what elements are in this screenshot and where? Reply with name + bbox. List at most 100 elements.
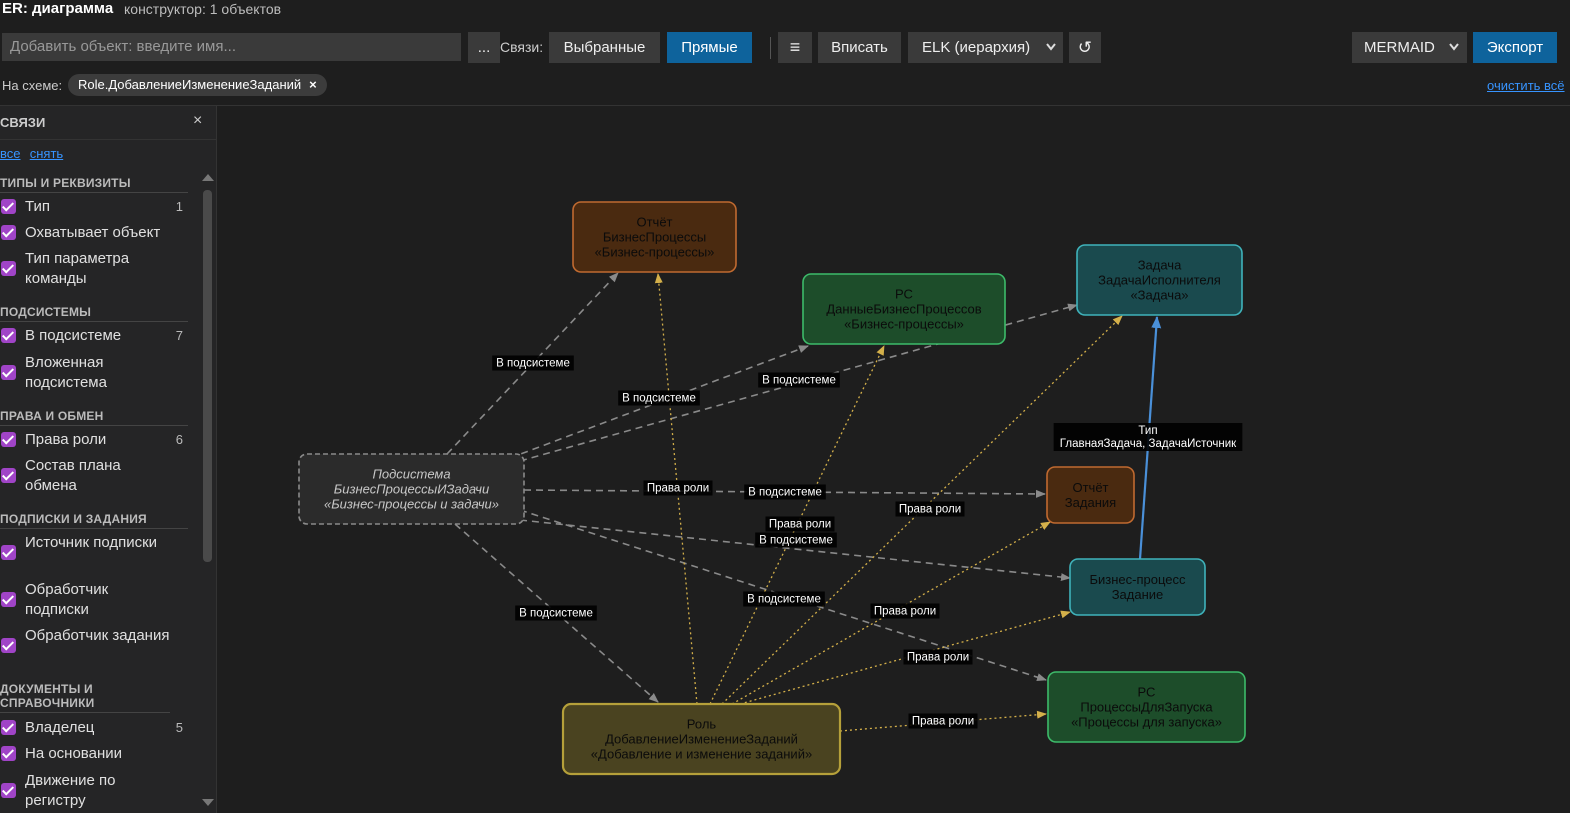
item-label: Тип: [25, 198, 51, 215]
title-bar: ER: диаграмма конструктор: 1 объектов: [0, 0, 1570, 22]
sidebar-scrollbar[interactable]: [201, 172, 214, 812]
close-icon[interactable]: ×: [309, 77, 317, 92]
diagram-node-report-bp[interactable]: ОтчётБизнесПроцессы«Бизнес-процессы»: [572, 201, 737, 273]
diagram-edge[interactable]: [519, 519, 1071, 582]
checkbox[interactable]: [1, 225, 16, 240]
diagram-node-bp-task[interactable]: Бизнес-процессЗадание: [1069, 558, 1206, 616]
edge-label: Права роли: [895, 501, 965, 517]
item-count: 5: [175, 720, 183, 735]
diagram-edge[interactable]: [721, 315, 1123, 705]
item-count: 1: [175, 199, 183, 214]
diagram-edge[interactable]: [654, 273, 698, 705]
checkbox[interactable]: [1, 638, 16, 653]
diagram-node-report-task[interactable]: ОтчётЗадания: [1046, 466, 1135, 524]
checkbox[interactable]: [1, 592, 16, 607]
export-button[interactable]: Экспорт: [1473, 32, 1557, 63]
schema-chip[interactable]: Role.ДобавлениеИзменениеЗаданий ×: [68, 74, 327, 96]
group-title: ПОДПИСКИ И ЗАДАНИЯ: [0, 512, 188, 529]
svg-text:Права роли: Права роли: [912, 716, 974, 728]
divider: [0, 139, 216, 140]
diagram-edge[interactable]: [519, 509, 1047, 682]
refresh-icon[interactable]: ↺: [1069, 32, 1101, 63]
diagram-edge[interactable]: [446, 272, 619, 455]
item-label: Права роли: [25, 431, 107, 448]
item-label: Владелец: [25, 719, 95, 736]
item-label: Охватывает объект: [25, 224, 161, 241]
svg-text:В подсистеме: В подсистеме: [762, 375, 836, 387]
add-object-input[interactable]: Добавить объект: введите имя...: [2, 33, 461, 61]
checkbox[interactable]: [1, 328, 16, 343]
checkbox[interactable]: [1, 746, 16, 761]
diagram-edge[interactable]: [739, 610, 1071, 705]
node-label: РС: [895, 287, 913, 302]
diagram-node-subsystem[interactable]: ПодсистемаБизнесПроцессыИЗадачи«Бизнес-п…: [298, 453, 525, 525]
diagram-node-role[interactable]: РольДобавлениеИзменениеЗаданий«Добавлени…: [561, 702, 842, 776]
item-label: В подсистеме: [25, 327, 122, 344]
node-label: ДобавлениеИзменениеЗаданий: [605, 732, 798, 747]
group-title: ТИПЫ И РЕКВИЗИТЫ: [0, 176, 188, 193]
edge-label: В подсистеме: [758, 372, 840, 388]
select-all-link[interactable]: все: [0, 146, 21, 161]
fit-button[interactable]: Вписать: [818, 32, 901, 63]
checkbox[interactable]: [1, 783, 16, 798]
diagram-node-rs-bp[interactable]: РСДанныеБизнесПроцессов«Бизнес-процессы»: [802, 273, 1006, 345]
direct-links-button[interactable]: Прямые: [667, 32, 752, 63]
node-label: Отчёт: [636, 215, 672, 230]
node-label: Задания: [1065, 495, 1116, 510]
checkbox[interactable]: [1, 545, 16, 560]
node-label: «Бизнес-процессы и задачи»: [324, 497, 499, 512]
edge-label: В подсистеме: [744, 484, 826, 500]
toolbar: Добавить объект: введите имя... ... Связ…: [0, 31, 1570, 65]
close-icon[interactable]: ×: [193, 112, 202, 130]
diagram-edge[interactable]: [839, 710, 1047, 732]
checkbox[interactable]: [1, 365, 16, 380]
checkbox[interactable]: [1, 261, 16, 276]
toolbar-divider: [770, 37, 771, 59]
edge-label: Права роли: [870, 603, 940, 619]
diagram-edge[interactable]: [519, 303, 1078, 462]
checkbox[interactable]: [1, 199, 16, 214]
sidebar-title: СВЯЗИ: [0, 115, 46, 130]
diagram-edge[interactable]: [509, 345, 809, 459]
group-title: ПРАВА И ОБМЕН: [0, 409, 188, 426]
selected-links-button[interactable]: Выбранные: [549, 32, 660, 63]
node-label: «Задача»: [1130, 288, 1188, 303]
diagram-edge[interactable]: [523, 489, 1046, 498]
links-sidebar: СВЯЗИ × все снять ТИПЫ И РЕКВИЗИТЫ Тип 1 …: [0, 106, 217, 813]
layout-select[interactable]: ELK (иерархия): [908, 32, 1063, 63]
node-label: Бизнес-процесс: [1089, 572, 1186, 587]
select-none-link[interactable]: снять: [30, 146, 63, 161]
svg-text:Тип: Тип: [1138, 425, 1157, 437]
checkbox[interactable]: [1, 468, 16, 483]
clear-all-link[interactable]: очистить всё: [1487, 78, 1565, 93]
svg-text:Права роли: Права роли: [907, 652, 969, 664]
node-label: БизнесПроцессыИЗадачи: [334, 482, 489, 497]
er-diagram-canvas[interactable]: ОтчётБизнесПроцессы«Бизнес-процессы»РСДа…: [0, 0, 1570, 813]
schema-bar: На схеме: Role.ДобавлениеИзменениеЗадани…: [0, 74, 1570, 98]
node-label: Отчёт: [1072, 480, 1108, 495]
node-label: Задача: [1138, 258, 1182, 273]
item-label: Тип параметра команды: [25, 250, 130, 287]
group-title: ДОКУМЕНТЫ И СПРАВОЧНИКИ: [0, 682, 170, 713]
diagram-edge[interactable]: [454, 523, 659, 703]
diagram-edge[interactable]: [1138, 316, 1162, 560]
scrollbar-thumb[interactable]: [203, 190, 212, 562]
edge-label: В подсистеме: [492, 355, 574, 371]
menu-icon[interactable]: ≡: [778, 32, 812, 63]
node-label: Роль: [687, 717, 717, 732]
checkbox[interactable]: [1, 720, 16, 735]
diagram-edge[interactable]: [709, 345, 885, 705]
node-label: ДанныеБизнесПроцессов: [826, 302, 981, 317]
edge-label: Права роли: [903, 649, 973, 665]
scroll-up-icon[interactable]: [202, 174, 214, 181]
item-label: Движение по регистру: [25, 772, 116, 809]
diagram-node-rs-launch[interactable]: РСПроцессыДляЗапуска«Процессы для запуск…: [1047, 671, 1246, 743]
diagram-node-task[interactable]: ЗадачаЗадачаИсполнителя«Задача»: [1076, 244, 1243, 316]
scroll-down-icon[interactable]: [202, 799, 214, 806]
more-button[interactable]: ...: [468, 32, 500, 63]
node-label: РС: [1138, 685, 1156, 700]
item-label: Обработчик подписки: [25, 581, 109, 618]
format-select[interactable]: MERMAID: [1352, 32, 1467, 63]
diagram-edge[interactable]: [731, 521, 1051, 705]
checkbox[interactable]: [1, 432, 16, 447]
